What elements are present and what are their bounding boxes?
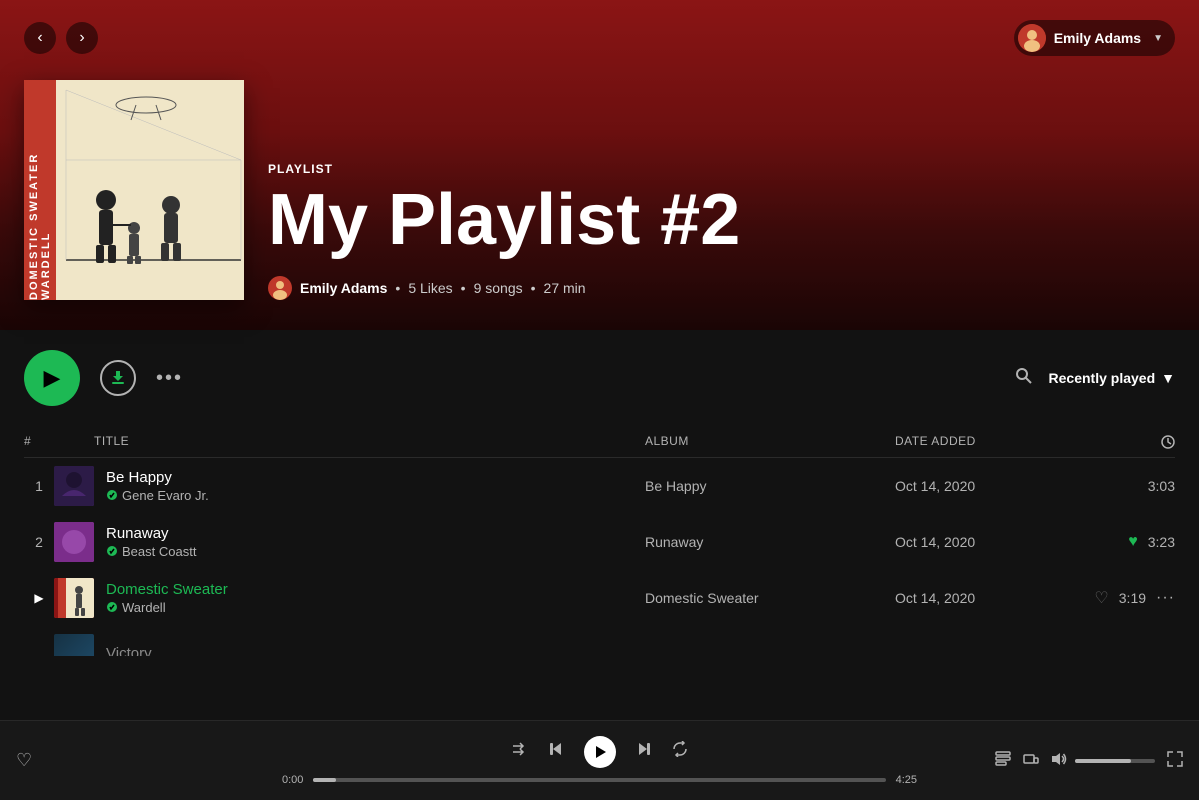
repeat-button[interactable] [672, 741, 688, 762]
playlist-songs: 9 songs [474, 280, 523, 296]
track-album: Domestic Sweater [645, 590, 895, 606]
volume-icon[interactable] [1051, 751, 1067, 770]
progress-track[interactable] [313, 778, 885, 782]
player-right [933, 751, 1183, 770]
chevron-down-icon: ▼ [1153, 33, 1163, 44]
player-like-button[interactable]: ♡ [16, 750, 32, 771]
col-date-added: DATE ADDED [895, 434, 1095, 449]
track-album: Runaway [645, 534, 895, 550]
back-button[interactable]: ‹ [24, 22, 56, 54]
avatar [1018, 24, 1046, 52]
table-row[interactable]: ▶ WARDELL Domestic Sweater Wardell [24, 570, 1175, 626]
track-thumbnail [54, 466, 94, 506]
play-button[interactable]: ▶ [24, 350, 80, 406]
col-title: TITLE [94, 434, 645, 449]
playlist-likes: 5 Likes [408, 280, 452, 296]
forward-button[interactable]: › [66, 22, 98, 54]
track-info: Runaway Beast Coastt [94, 525, 645, 559]
track-number: 1 [24, 478, 54, 494]
track-date-added: Oct 14, 2020 [895, 478, 1095, 494]
devices-button[interactable] [1023, 751, 1039, 770]
controls-right: Recently played ▼ [1015, 367, 1175, 390]
search-button[interactable] [1015, 367, 1033, 390]
playlist-type-label: PLAYLIST [268, 162, 1175, 176]
progress-fill [313, 778, 336, 782]
track-list: # TITLE ALBUM DATE ADDED 1 Be Happy Gene… [0, 426, 1199, 656]
track-album: Be Happy [645, 478, 895, 494]
more-options-button[interactable]: ••• [156, 367, 183, 390]
user-profile[interactable]: Emily Adams ▼ [1014, 20, 1175, 56]
album-art: DOMESTIC SWEATER WARDELL [24, 80, 244, 300]
user-name: Emily Adams [1054, 30, 1141, 46]
track-actions: ♡ 3:19 ··· [1095, 588, 1175, 608]
recently-played-dropdown-icon: ▼ [1161, 370, 1175, 386]
controls-area: ▶ ••• Recently played ▼ [0, 330, 1199, 426]
playlist-info: PLAYLIST My Playlist #2 Emily Adams • 5 … [268, 162, 1175, 300]
liked-icon: ♥ [1128, 533, 1138, 551]
track-artist: Wardell [106, 600, 645, 615]
clock-icon [1095, 434, 1175, 449]
current-time: 0:00 [282, 774, 303, 786]
track-info: Domestic Sweater Wardell [94, 581, 645, 615]
track-actions: 3:03 [1095, 478, 1175, 494]
track-number: 2 [24, 534, 54, 550]
nav-buttons: ‹ › [24, 22, 98, 54]
player-play-button[interactable] [584, 736, 616, 768]
track-info: Victory [94, 645, 645, 656]
previous-button[interactable] [548, 741, 564, 762]
playlist-meta: Emily Adams • 5 Likes • 9 songs • 27 min [268, 276, 1175, 300]
track-date-added: Oct 14, 2020 [895, 590, 1095, 606]
bottom-player: ♡ [0, 720, 1199, 800]
recently-played-button[interactable]: Recently played ▼ [1049, 370, 1175, 386]
track-number: ▶ [24, 591, 54, 605]
total-time: 4:25 [896, 774, 917, 786]
owner-avatar [268, 276, 292, 300]
album-art-strip: DOMESTIC SWEATER WARDELL [24, 80, 56, 300]
progress-bar-area: 0:00 4:25 [282, 774, 917, 786]
playlist-header: DOMESTIC SWEATER WARDELL [0, 60, 1199, 330]
col-num: # [24, 434, 54, 449]
track-title: Be Happy [106, 469, 645, 486]
page-title: My Playlist #2 [268, 184, 1175, 256]
fullscreen-button[interactable] [1167, 751, 1183, 770]
track-title: Runaway [106, 525, 645, 542]
top-nav: ‹ › Emily Adams ▼ [0, 0, 1199, 60]
track-thumbnail: WARDELL [54, 578, 94, 618]
wardell-side-text: DOMESTIC SWEATER WARDELL [28, 80, 52, 300]
track-more-button[interactable]: ··· [1156, 589, 1175, 607]
track-actions: ♥ 3:23 [1095, 533, 1175, 551]
track-duration: 3:03 [1148, 478, 1175, 494]
playlist-owner: Emily Adams [300, 280, 387, 296]
track-duration: 3:19 [1119, 590, 1146, 606]
track-thumbnail [54, 634, 94, 656]
table-row[interactable]: 2 Runaway Beast Coastt Runaway Oct 14, 2… [24, 514, 1175, 570]
track-artist: Beast Coastt [106, 544, 645, 559]
volume-area [1051, 751, 1155, 770]
album-art-drawing [56, 80, 244, 300]
download-button[interactable] [100, 360, 136, 396]
playlist-duration: 27 min [544, 280, 586, 296]
player-controls [512, 736, 688, 768]
track-info: Be Happy Gene Evaro Jr. [94, 469, 645, 503]
col-album: ALBUM [645, 434, 895, 449]
table-row[interactable]: 1 Be Happy Gene Evaro Jr. Be Happy Oct 1… [24, 458, 1175, 514]
shuffle-button[interactable] [512, 741, 528, 762]
track-thumbnail [54, 522, 94, 562]
volume-fill [1075, 759, 1131, 763]
track-title: Domestic Sweater [106, 581, 645, 598]
player-left: ♡ [16, 750, 266, 771]
next-button[interactable] [636, 741, 652, 762]
volume-track[interactable] [1075, 759, 1155, 763]
track-list-header: # TITLE ALBUM DATE ADDED [24, 426, 1175, 458]
track-artist: Gene Evaro Jr. [106, 488, 645, 503]
track-date-added: Oct 14, 2020 [895, 534, 1095, 550]
track-duration: 3:23 [1148, 534, 1175, 550]
like-button[interactable]: ♡ [1094, 588, 1108, 608]
track-title: Victory [106, 645, 645, 656]
player-center: 0:00 4:25 [282, 736, 917, 786]
table-row: Victory [24, 626, 1175, 656]
queue-button[interactable] [995, 751, 1011, 770]
